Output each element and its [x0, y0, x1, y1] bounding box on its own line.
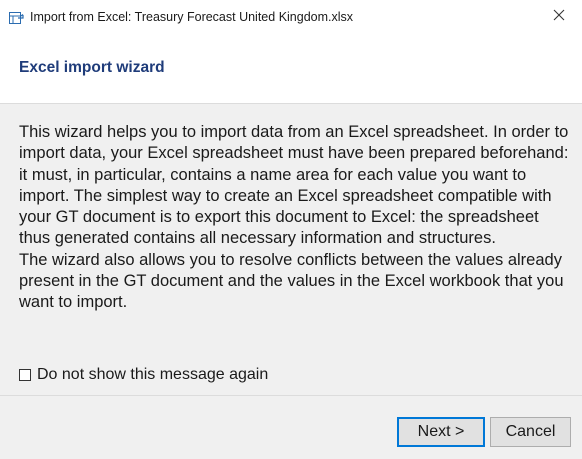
wizard-header: Excel import wizard: [0, 34, 582, 104]
cancel-button[interactable]: Cancel: [490, 417, 571, 447]
message-paragraph-1: This wizard helps you to import data fro…: [19, 123, 569, 248]
next-button[interactable]: Next >: [397, 417, 485, 447]
dont-show-again-checkbox[interactable]: Do not show this message again: [19, 366, 268, 384]
close-button[interactable]: [536, 0, 582, 34]
excel-import-icon: [9, 11, 25, 24]
page-title: Excel import wizard: [19, 59, 165, 76]
window-title: Import from Excel: Treasury Forecast Uni…: [30, 10, 354, 24]
checkbox-label[interactable]: Do not show this message again: [37, 366, 268, 384]
import-dialog: Import from Excel: Treasury Forecast Uni…: [0, 0, 582, 459]
wizard-footer: Next > Cancel: [0, 396, 582, 459]
title-bar: Import from Excel: Treasury Forecast Uni…: [0, 0, 582, 34]
message-paragraph-2: The wizard also allows you to resolve co…: [19, 250, 564, 312]
wizard-content: This wizard helps you to import data fro…: [0, 104, 582, 395]
close-icon[interactable]: [553, 8, 565, 26]
wizard-message: This wizard helps you to import data fro…: [19, 122, 574, 314]
checkbox-box[interactable]: [19, 369, 31, 381]
